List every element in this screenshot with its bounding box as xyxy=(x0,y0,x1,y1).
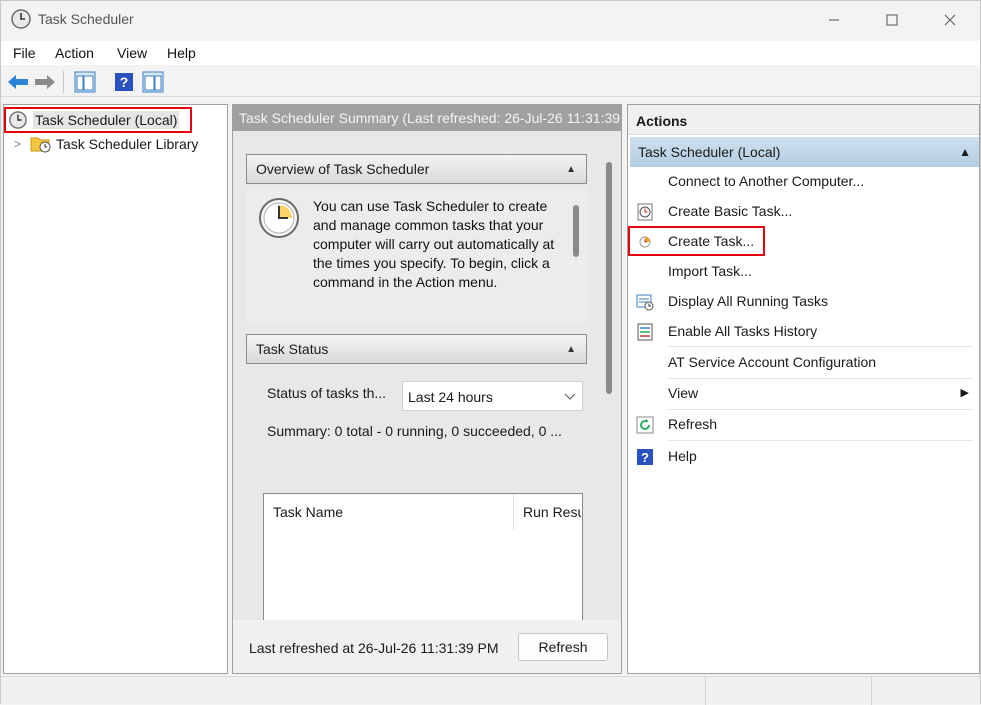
tasks-history-icon xyxy=(637,323,653,341)
status-summary-text: Summary: 0 total - 0 running, 0 succeede… xyxy=(267,423,562,439)
action-label: Create Basic Task... xyxy=(668,203,793,219)
overview-body: You can use Task Scheduler to create and… xyxy=(246,187,587,323)
show-hide-console-tree-icon xyxy=(74,71,96,93)
forward-arrow-icon xyxy=(35,75,55,89)
clock-icon xyxy=(9,111,27,129)
close-button[interactable] xyxy=(921,1,979,39)
create-task-highlight xyxy=(628,226,765,256)
toolbar-separator xyxy=(63,71,64,93)
action-refresh[interactable]: Refresh xyxy=(628,410,973,440)
summary-pane: Task Scheduler Summary (Last refreshed: … xyxy=(232,104,622,674)
task-scheduler-window: Task Scheduler File Action View Help ? T… xyxy=(0,0,981,705)
column-divider[interactable] xyxy=(513,494,514,530)
action-label: Help xyxy=(668,448,697,464)
action-at-service-account-configuration[interactable]: AT Service Account Configuration xyxy=(628,348,973,378)
summary-header: Task Scheduler Summary (Last refreshed: … xyxy=(233,105,621,131)
task-status-table: Task Name Run Resu xyxy=(263,493,583,633)
tree-item-label: Task Scheduler (Local) xyxy=(33,111,180,129)
show-hide-console-tree-button[interactable] xyxy=(73,71,97,93)
close-icon xyxy=(944,14,956,26)
status-filter-value: Last 24 hours xyxy=(408,389,493,405)
minimize-icon xyxy=(829,19,839,21)
menu-help[interactable]: Help xyxy=(167,45,196,61)
summary-scrollbar[interactable] xyxy=(606,162,612,394)
actions-group-header[interactable]: Task Scheduler (Local) ▲ xyxy=(630,137,979,167)
tree-item-label: Task Scheduler Library xyxy=(56,136,199,152)
action-enable-all-tasks-history[interactable]: Enable All Tasks History xyxy=(628,317,973,347)
column-header-run-result[interactable]: Run Resu xyxy=(523,504,581,520)
maximize-icon xyxy=(886,14,898,26)
collapse-caret-icon[interactable]: ▲ xyxy=(566,344,576,355)
clock-icon xyxy=(11,9,31,29)
create-basic-task-icon xyxy=(637,203,653,221)
action-import-task[interactable]: Import Task... xyxy=(628,257,973,287)
help-icon: ? xyxy=(115,73,133,91)
status-bar xyxy=(1,676,980,705)
tree-item-task-scheduler-local[interactable]: Task Scheduler (Local) xyxy=(4,107,192,133)
actions-group-label: Task Scheduler (Local) xyxy=(638,144,781,160)
action-separator xyxy=(668,346,973,347)
action-label: Display All Running Tasks xyxy=(668,293,829,309)
svg-text:?: ? xyxy=(120,74,129,90)
overview-scrollbar[interactable] xyxy=(573,205,579,257)
collapse-caret-icon[interactable]: ▲ xyxy=(566,164,576,175)
action-label: Enable All Tasks History xyxy=(668,323,818,339)
help-icon: ? xyxy=(637,449,653,465)
folder-clock-icon xyxy=(30,137,51,153)
maximize-button[interactable] xyxy=(863,1,921,39)
column-header-task-name[interactable]: Task Name xyxy=(273,504,343,520)
action-view[interactable]: View ▶ xyxy=(628,379,973,409)
overview-section-header[interactable]: Overview of Task Scheduler ▲ xyxy=(246,154,587,184)
actions-pane: Actions Task Scheduler (Local) ▲ Connect… xyxy=(627,104,980,674)
svg-text:?: ? xyxy=(641,450,649,465)
action-separator xyxy=(668,440,973,441)
menu-file[interactable]: File xyxy=(13,45,36,61)
action-label: AT Service Account Configuration xyxy=(668,354,877,370)
menu-action[interactable]: Action xyxy=(55,45,94,61)
chevron-down-icon xyxy=(564,382,576,423)
action-create-basic-task[interactable]: Create Basic Task... xyxy=(628,197,973,227)
back-button[interactable] xyxy=(6,71,30,93)
collapse-caret-icon[interactable]: ▲ xyxy=(959,137,971,167)
show-hide-action-pane-button[interactable] xyxy=(141,71,165,93)
refresh-button[interactable]: Refresh xyxy=(518,633,608,661)
task-status-title: Task Status xyxy=(256,341,329,357)
action-label: View xyxy=(668,385,699,401)
action-label: Connect to Another Computer... xyxy=(668,173,865,189)
menu-bar: File Action View Help xyxy=(1,41,980,65)
status-filter-select[interactable]: Last 24 hours xyxy=(402,381,583,411)
tree-item-task-scheduler-library[interactable]: > Task Scheduler Library xyxy=(14,133,198,155)
window-title: Task Scheduler xyxy=(38,11,134,27)
task-status-section-header[interactable]: Task Status ▲ xyxy=(246,334,587,364)
actions-title: Actions xyxy=(628,105,979,135)
toolbar: ? xyxy=(1,67,980,97)
show-hide-action-pane-icon xyxy=(142,71,164,93)
running-tasks-icon xyxy=(636,294,654,311)
title-bar: Task Scheduler xyxy=(1,1,980,39)
action-label: Refresh xyxy=(668,416,718,432)
help-button[interactable]: ? xyxy=(112,71,136,93)
action-label: Import Task... xyxy=(668,263,752,279)
last-refreshed-text: Last refreshed at 26-Jul-26 11:31:39 PM xyxy=(249,640,499,656)
forward-button[interactable] xyxy=(33,71,57,93)
menu-view[interactable]: View xyxy=(117,45,147,61)
minimize-button[interactable] xyxy=(805,1,863,39)
action-connect-to-another-computer[interactable]: Connect to Another Computer... xyxy=(628,167,973,197)
expand-chevron-icon[interactable]: > xyxy=(14,137,28,151)
status-bar-divider xyxy=(871,677,872,705)
refresh-icon xyxy=(636,416,654,434)
submenu-arrow-icon: ▶ xyxy=(960,387,969,399)
status-filter-label: Status of tasks th... xyxy=(267,385,387,401)
status-bar-divider xyxy=(705,677,706,705)
clock-icon xyxy=(259,198,299,238)
action-display-all-running-tasks[interactable]: Display All Running Tasks xyxy=(628,287,973,317)
summary-footer: Last refreshed at 26-Jul-26 11:31:39 PM … xyxy=(233,620,621,673)
back-arrow-icon xyxy=(8,75,28,89)
overview-text: You can use Task Scheduler to create and… xyxy=(313,198,555,290)
console-tree: Task Scheduler (Local) > Task Scheduler … xyxy=(3,104,228,674)
action-help[interactable]: ? Help xyxy=(628,442,973,472)
overview-title: Overview of Task Scheduler xyxy=(256,161,430,177)
